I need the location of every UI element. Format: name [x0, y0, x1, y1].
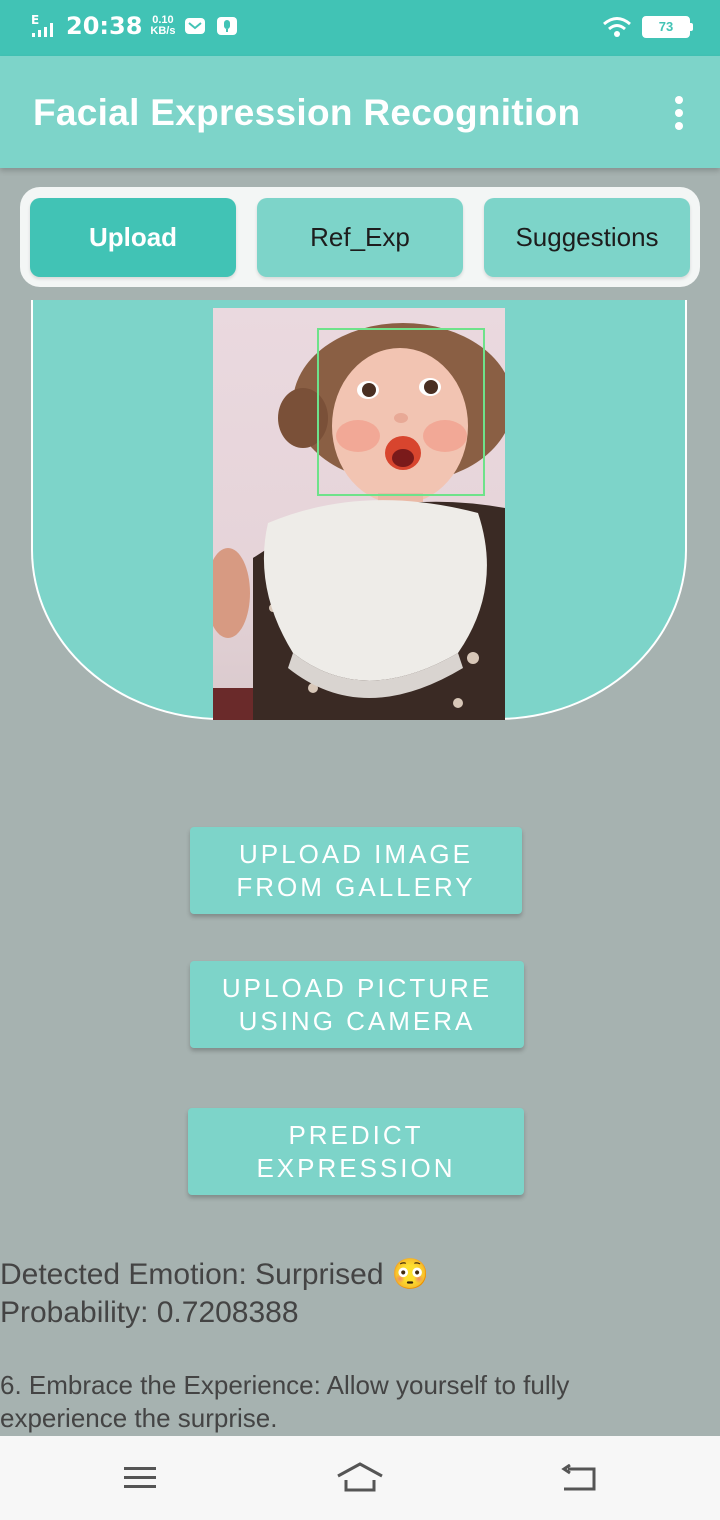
upload-camera-button[interactable]: UPLOAD PICTURE USING CAMERA: [190, 961, 524, 1048]
tab-bar: Upload Ref_Exp Suggestions: [20, 187, 700, 287]
mail-icon: [185, 18, 206, 34]
navigation-bar: [0, 1436, 720, 1520]
probability-value: Probability: 0.7208388: [0, 1296, 299, 1329]
prediction-result: Detected Emotion: Surprised 😳 Probabilit…: [0, 1256, 720, 1332]
voice-recorder-icon: [217, 17, 238, 35]
home-icon[interactable]: [336, 1460, 384, 1494]
signal-icon: E: [31, 13, 53, 37]
more-vert-icon[interactable]: [674, 96, 684, 130]
network-speed: 0.10 KB/s: [150, 14, 176, 37]
menu-icon[interactable]: [122, 1464, 158, 1492]
upload-gallery-button[interactable]: UPLOAD IMAGE FROM GALLERY: [190, 827, 522, 914]
battery-indicator: 73: [642, 16, 693, 38]
status-time: 20:38: [66, 12, 143, 40]
svg-text:E: E: [31, 13, 39, 27]
status-bar: E 20:38 0.10 KB/s 73: [0, 0, 720, 56]
back-icon[interactable]: [560, 1464, 600, 1494]
surprised-emoji-icon: 😳: [391, 1258, 430, 1291]
predict-expression-button[interactable]: PREDICT EXPRESSION: [188, 1108, 524, 1195]
app-title: Facial Expression Recognition: [33, 92, 581, 133]
tab-upload[interactable]: Upload: [30, 198, 236, 277]
tab-suggestions[interactable]: Suggestions: [484, 198, 690, 277]
tab-ref-exp[interactable]: Ref_Exp: [257, 198, 463, 277]
face-detection-box: [317, 328, 485, 496]
detected-emotion: Detected Emotion: Surprised 😳: [0, 1258, 430, 1291]
app-bar: Facial Expression Recognition: [0, 56, 720, 168]
wifi-icon: [603, 17, 631, 37]
suggestion-text: 6. Embrace the Experience: Allow yoursel…: [0, 1370, 570, 1433]
